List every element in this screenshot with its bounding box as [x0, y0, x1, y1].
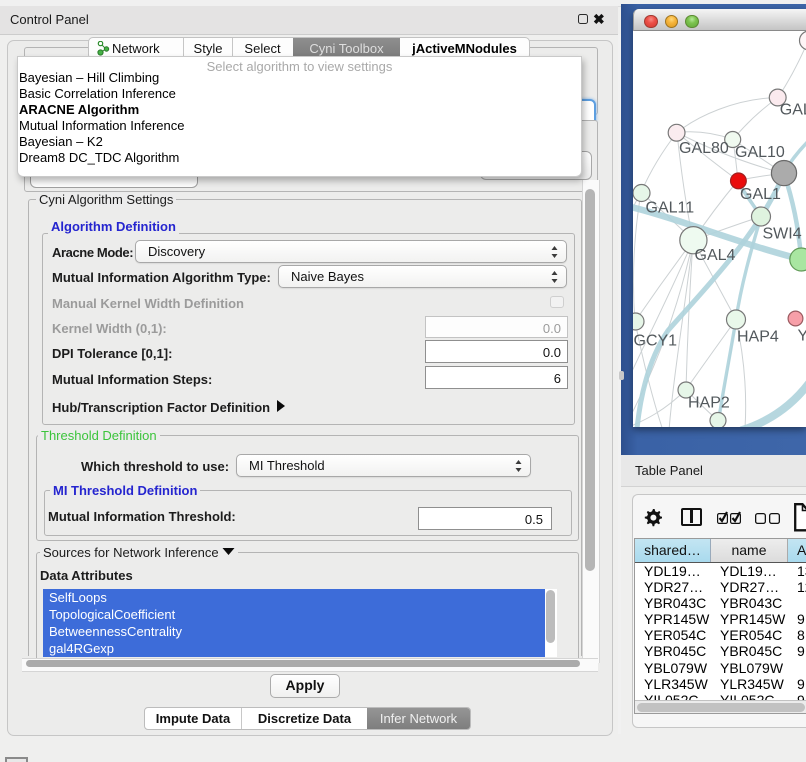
svg-text:GAL4: GAL4 [695, 247, 736, 264]
svg-text:HAP2: HAP2 [688, 395, 730, 412]
svg-text:GAL80: GAL80 [679, 140, 729, 157]
svg-text:Y: Y [798, 328, 806, 345]
svg-text:SWI4: SWI4 [763, 226, 802, 243]
svg-text:GAL11: GAL11 [646, 200, 695, 217]
svg-text:GAL10: GAL10 [735, 144, 785, 161]
svg-text:GAL: GAL [780, 102, 806, 119]
svg-text:HAP4: HAP4 [737, 329, 779, 346]
svg-text:GAL1: GAL1 [740, 186, 781, 203]
svg-text:GCY1: GCY1 [634, 333, 678, 350]
